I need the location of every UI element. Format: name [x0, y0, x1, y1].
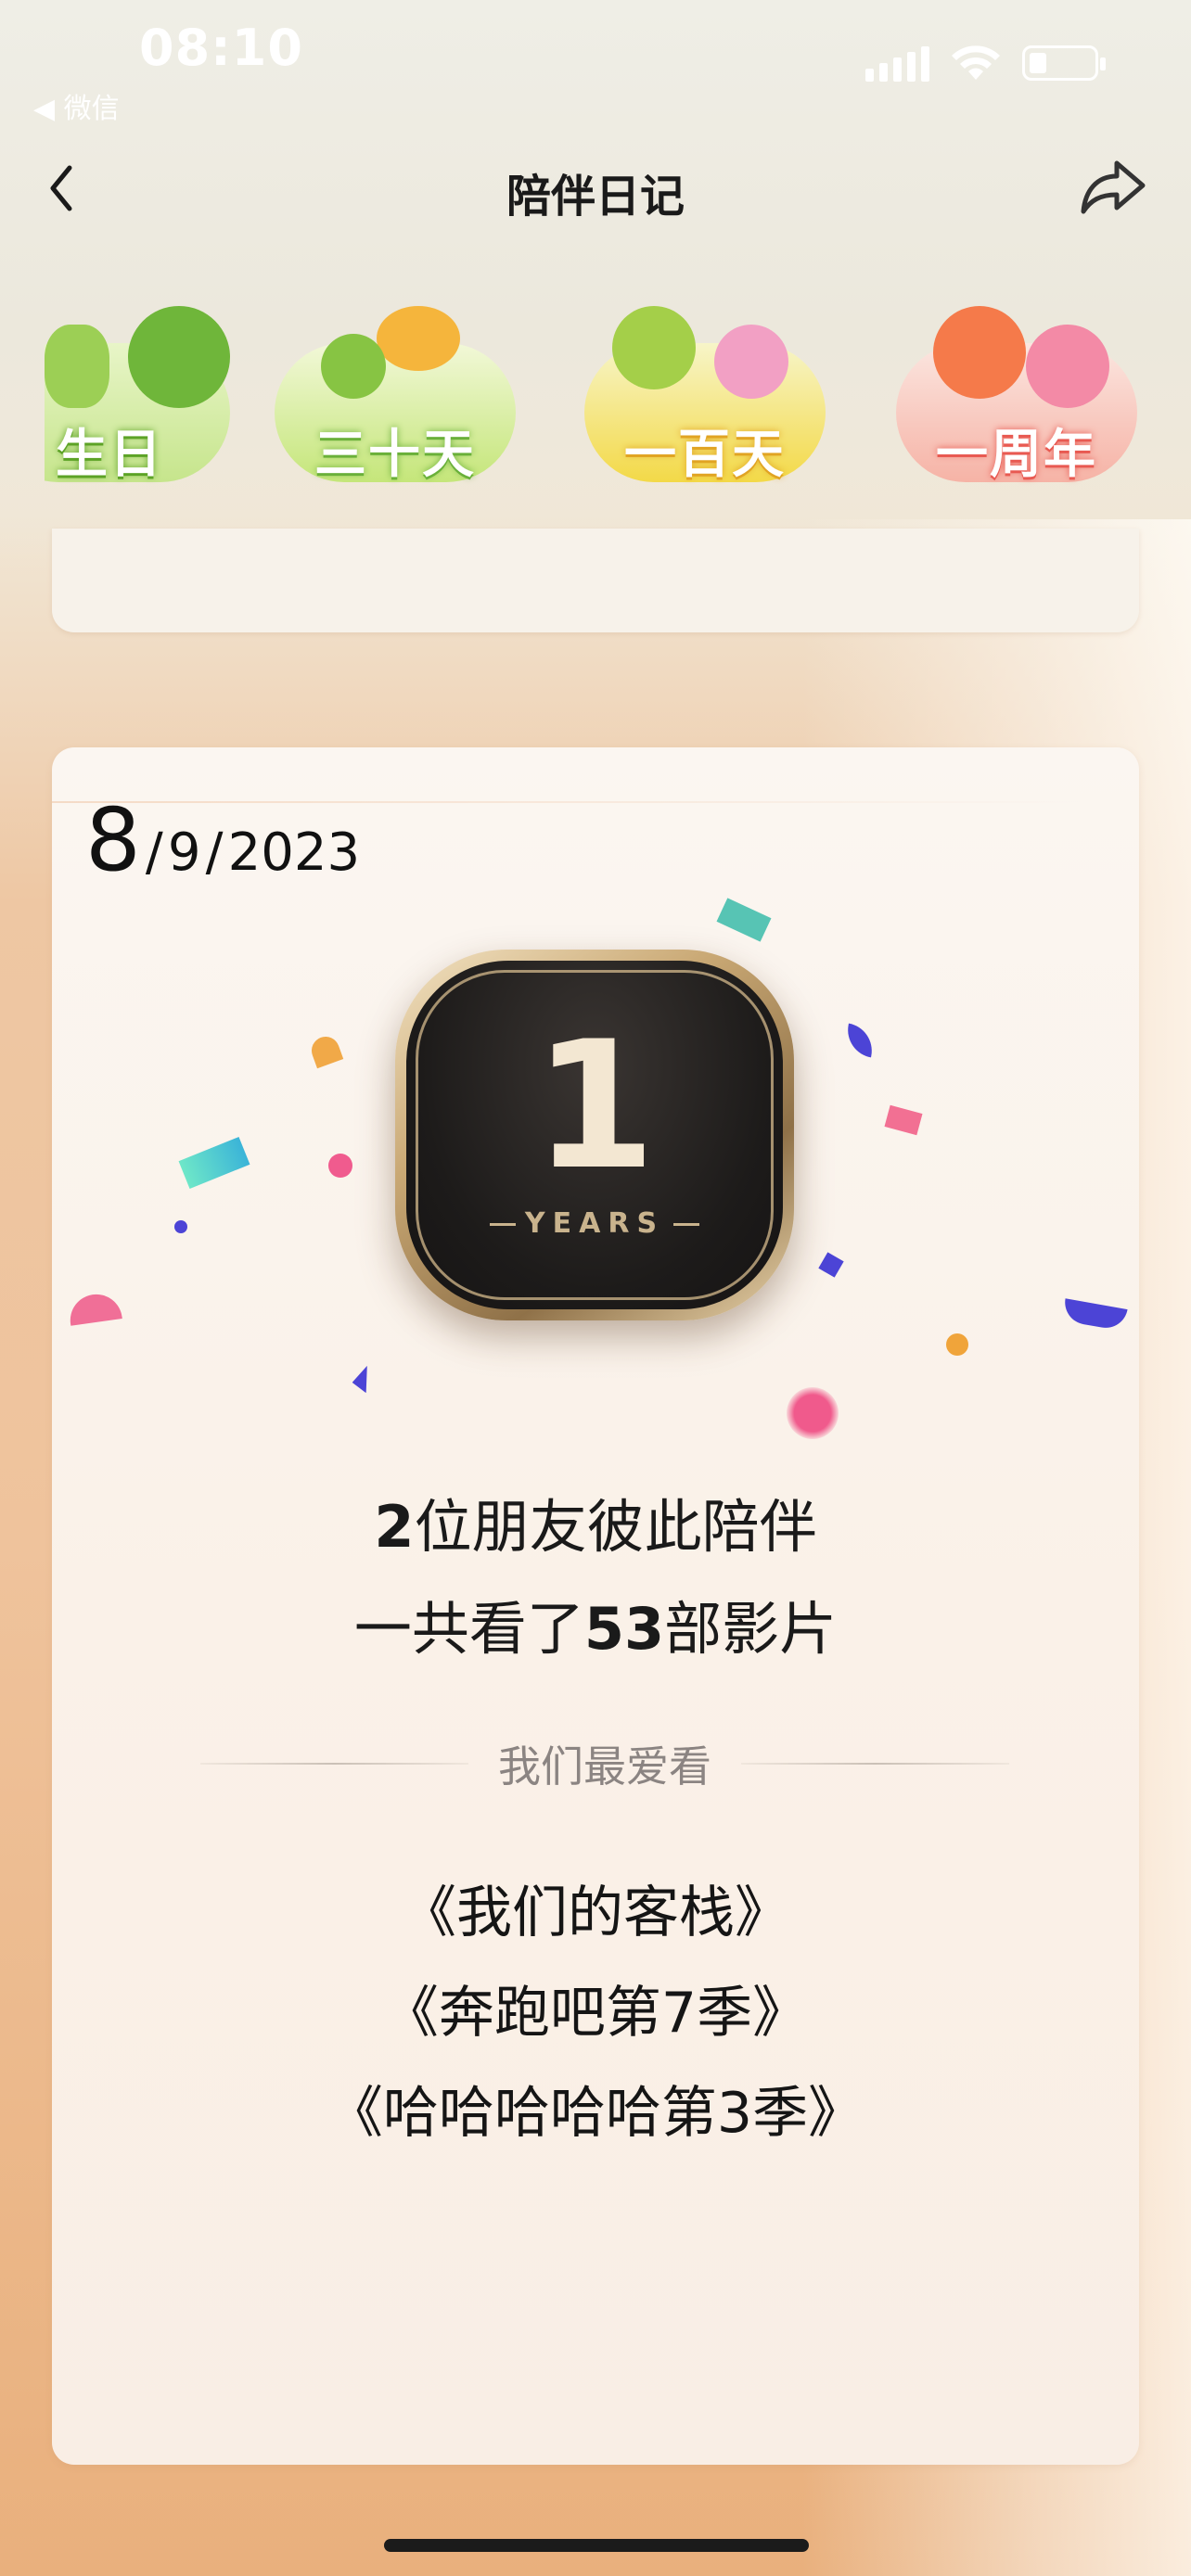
favorite-movie: 《哈哈哈哈哈第3季》	[327, 2081, 864, 2146]
date-month: 9	[167, 823, 201, 883]
confetti	[174, 1220, 187, 1233]
battery-icon	[1022, 45, 1106, 81]
confetti	[178, 1137, 250, 1189]
anniversary-card: 8 / 9 / 2023 1 YEARS 2位朋友彼此陪伴 一共看了53部影片 …	[52, 747, 1139, 2465]
confetti	[818, 1252, 844, 1278]
badge-unit: YEARS	[524, 1207, 665, 1240]
movies-summary: 一共看了53部影片	[52, 1582, 1139, 1665]
card-date: 8 / 9 / 2023	[85, 790, 360, 891]
date-sep: /	[205, 823, 224, 883]
confetti	[884, 1104, 923, 1136]
share-button[interactable]	[1076, 154, 1150, 221]
divider	[200, 1763, 468, 1765]
sticker-birthday[interactable]: 生日	[45, 306, 230, 491]
wifi-icon	[952, 45, 1000, 80]
home-indicator[interactable]	[384, 2539, 809, 2552]
confetti	[843, 1023, 877, 1058]
favorite-movie: 《我们的客栈》	[401, 1881, 790, 1945]
favorites-header: 我们最爱看	[200, 1736, 1009, 1792]
return-to-app-link[interactable]: ◀ 微信	[33, 85, 120, 126]
confetti	[716, 898, 772, 942]
confetti	[67, 1291, 122, 1326]
sticker-hundred-days[interactable]: 一百天	[584, 306, 826, 491]
milestone-sticker-row: 生日 三十天 一百天 一周年	[45, 278, 1191, 519]
movies-count: 53	[583, 1595, 665, 1663]
friends-count: 2	[374, 1493, 415, 1561]
sticker-label: 一百天	[624, 425, 786, 485]
sticker-one-year[interactable]: 一周年	[896, 306, 1137, 491]
anniversary-badge: 1 YEARS	[367, 940, 822, 1330]
friends-summary: 2位朋友彼此陪伴	[52, 1480, 1139, 1563]
signal-icon	[865, 45, 929, 82]
confetti	[307, 1032, 344, 1069]
confetti	[351, 1363, 375, 1393]
friends-text: 位朋友彼此陪伴	[414, 1493, 817, 1561]
favorite-movie: 《奔跑吧第7季》	[382, 1981, 809, 2046]
status-icons	[865, 45, 1106, 82]
badge-number: 1	[532, 1003, 657, 1208]
previous-card	[52, 529, 1139, 632]
badge-years: YEARS	[395, 1207, 794, 1240]
favorites-label: 我们最爱看	[498, 1741, 711, 1792]
sticker-label: 生日	[56, 425, 163, 485]
date-year: 2023	[227, 823, 361, 883]
divider	[741, 1763, 1009, 1765]
confetti	[328, 1154, 352, 1178]
page-title: 陪伴日记	[506, 171, 685, 223]
date-day: 8	[85, 790, 141, 891]
sticker-thirty-days[interactable]: 三十天	[275, 306, 516, 491]
confetti	[946, 1333, 968, 1356]
confetti	[1061, 1298, 1128, 1332]
status-time: 08:10	[139, 19, 303, 77]
share-icon	[1081, 160, 1146, 214]
movies-suffix: 部影片	[664, 1595, 838, 1663]
sticker-label: 一周年	[936, 425, 1097, 485]
movies-prefix: 一共看了	[353, 1595, 584, 1663]
date-sep: /	[145, 823, 163, 883]
sticker-label: 三十天	[314, 425, 476, 485]
confetti	[787, 1387, 839, 1439]
